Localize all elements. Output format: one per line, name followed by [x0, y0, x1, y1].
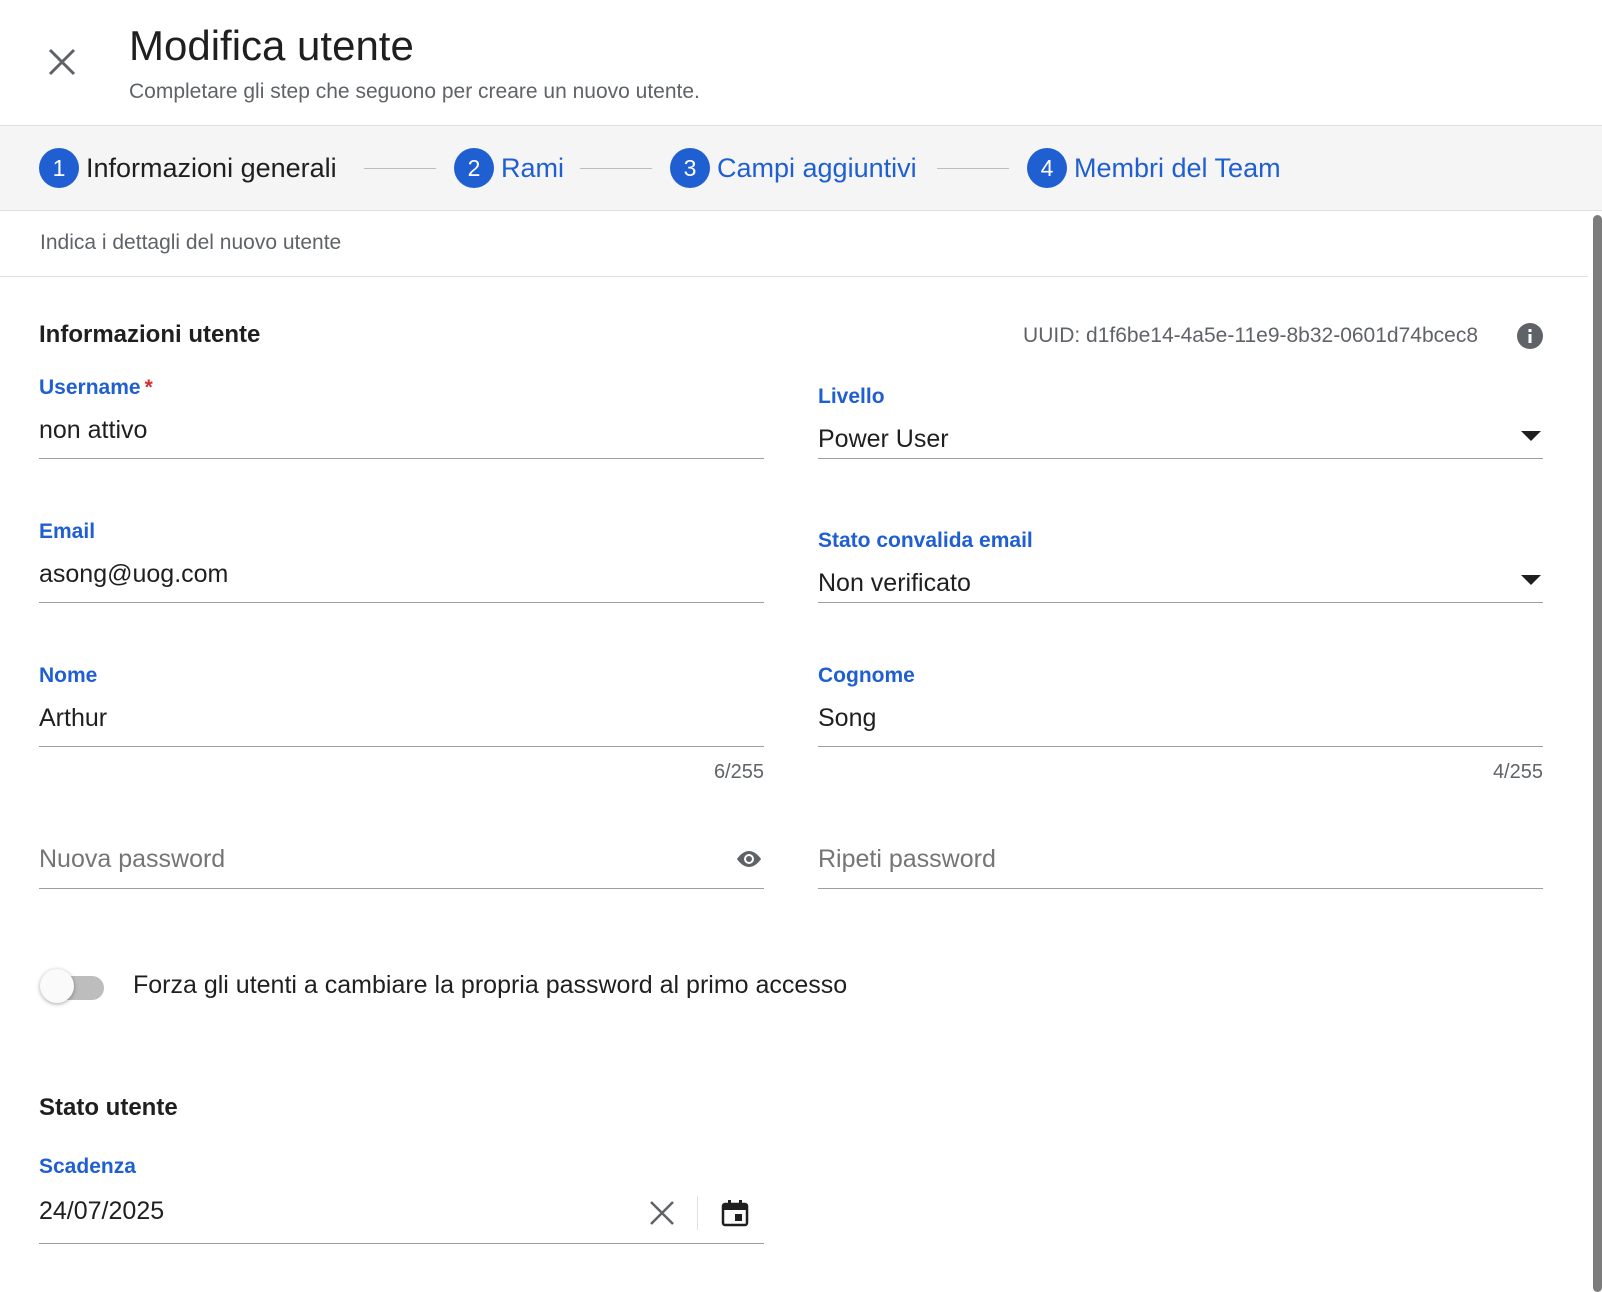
- page-title: Modifica utente: [129, 22, 414, 69]
- page-subtitle: Completare gli step che seguono per crea…: [129, 80, 700, 103]
- last-name-input[interactable]: Song: [818, 704, 876, 733]
- uuid-text: UUID: d1f6be14-4a5e-11e9-8b32-0601d74bce…: [1023, 324, 1478, 347]
- new-password-field[interactable]: Nuova password: [39, 833, 764, 913]
- level-label: Livello: [818, 385, 885, 408]
- repeat-password-underline: [818, 888, 1543, 889]
- last-name-label: Cognome: [818, 664, 915, 687]
- section-title-user-status: Stato utente: [39, 1094, 178, 1121]
- email-status-value[interactable]: Non verificato: [818, 569, 971, 598]
- eye-icon[interactable]: [734, 847, 764, 871]
- force-password-change-toggle[interactable]: [40, 967, 104, 1005]
- first-name-input[interactable]: Arthur: [39, 704, 107, 733]
- first-name-underline: [39, 746, 764, 747]
- email-status-select[interactable]: Stato convalida email Non verificato: [818, 529, 1543, 619]
- step-label: Campi aggiuntivi: [717, 152, 917, 183]
- step-general-info[interactable]: 1 Informazioni generali: [39, 148, 337, 188]
- email-status-underline: [818, 602, 1543, 603]
- level-underline: [818, 458, 1543, 459]
- new-password-input[interactable]: Nuova password: [39, 845, 225, 874]
- first-name-field[interactable]: Nome Arthur 6/255: [39, 664, 764, 784]
- step-branches[interactable]: 2 Rami: [454, 148, 564, 188]
- expiry-input[interactable]: 24/07/2025: [39, 1197, 164, 1226]
- repeat-password-field[interactable]: Ripeti password: [818, 833, 1543, 913]
- step-number: 2: [454, 148, 494, 188]
- new-password-underline: [39, 888, 764, 889]
- email-field[interactable]: Email asong@uog.com: [39, 520, 764, 610]
- expiry-underline: [39, 1243, 764, 1244]
- step-number: 3: [670, 148, 710, 188]
- step-connector: [364, 168, 436, 169]
- username-label: Username *: [39, 376, 153, 399]
- info-icon[interactable]: [1516, 322, 1544, 350]
- email-label: Email: [39, 520, 96, 543]
- first-name-counter: 6/255: [713, 761, 764, 783]
- email-input[interactable]: asong@uog.com: [39, 560, 228, 589]
- stepper: 1 Informazioni generali 2 Rami 3 Campi a…: [0, 126, 1602, 211]
- level-select[interactable]: Livello Power User: [818, 385, 1543, 475]
- section-title-user-info: Informazioni utente: [39, 321, 261, 348]
- last-name-field[interactable]: Cognome Song 4/255: [818, 664, 1543, 784]
- chevron-down-icon[interactable]: [1519, 429, 1543, 443]
- close-icon[interactable]: [40, 40, 84, 84]
- step-connector: [937, 168, 1009, 169]
- close-icon[interactable]: [647, 1198, 677, 1228]
- form-content: Indica i dettagli del nuovo utente Infor…: [0, 211, 1588, 1292]
- calendar-icon[interactable]: [720, 1198, 750, 1228]
- repeat-password-input[interactable]: Ripeti password: [818, 845, 996, 874]
- level-value[interactable]: Power User: [818, 425, 949, 454]
- step-number: 4: [1027, 148, 1067, 188]
- required-asterisk: *: [144, 376, 153, 399]
- step-label: Rami: [501, 152, 565, 183]
- expiry-label: Scadenza: [39, 1155, 136, 1178]
- step-number: 1: [39, 148, 79, 188]
- force-password-change-label: Forza gli utenti a cambiare la propria p…: [133, 971, 848, 999]
- email-underline: [39, 602, 764, 603]
- step-hint: Indica i dettagli del nuovo utente: [40, 231, 342, 254]
- username-field[interactable]: Username * non attivo: [39, 376, 764, 466]
- hint-bar: Indica i dettagli del nuovo utente: [0, 211, 1588, 277]
- chevron-down-icon[interactable]: [1519, 573, 1543, 587]
- date-divider: [697, 1196, 698, 1230]
- dialog-header: Modifica utente Completare gli step che …: [0, 0, 1602, 126]
- step-team-members[interactable]: 4 Membri del Team: [1027, 148, 1281, 188]
- step-connector: [580, 168, 652, 169]
- first-name-label: Nome: [39, 664, 98, 687]
- username-underline: [39, 458, 764, 459]
- last-name-counter: 4/255: [1492, 761, 1543, 783]
- step-additional-fields[interactable]: 3 Campi aggiuntivi: [670, 148, 917, 188]
- toggle-knob: [40, 969, 74, 1003]
- username-input[interactable]: non attivo: [39, 416, 147, 445]
- scrollbar-thumb[interactable]: [1593, 215, 1602, 1292]
- last-name-underline: [818, 746, 1543, 747]
- step-label: Informazioni generali: [86, 152, 337, 183]
- step-label: Membri del Team: [1074, 152, 1281, 183]
- email-status-label: Stato convalida email: [818, 529, 1033, 552]
- expiry-date-field[interactable]: Scadenza 24/07/2025: [39, 1155, 764, 1245]
